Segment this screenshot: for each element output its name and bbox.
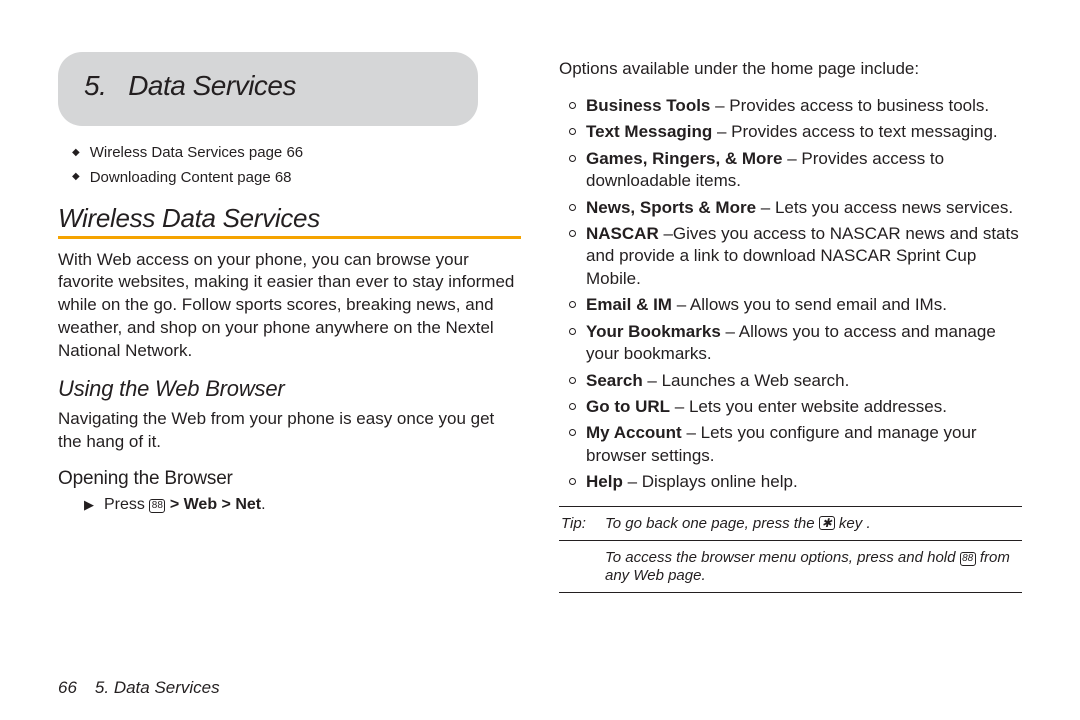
option-term: NASCAR (586, 224, 659, 243)
tip-label: Tip: (561, 515, 599, 532)
option-text: Business Tools – Provides access to busi… (586, 95, 989, 117)
option-item: Business Tools – Provides access to busi… (569, 95, 1022, 117)
subsection-heading-browser: Using the Web Browser (58, 376, 521, 402)
step-bold: Net (235, 496, 261, 513)
section-body: With Web access on your phone, you can b… (58, 249, 521, 363)
circle-bullet-icon (569, 429, 576, 436)
tip-body: To access the browser menu options, pres… (605, 549, 1020, 584)
option-desc: – Lets you access news services. (756, 198, 1013, 217)
two-column-layout: 5. Data Services ◆ Wireless Data Service… (58, 52, 1022, 593)
manual-page: 5. Data Services ◆ Wireless Data Service… (0, 0, 1080, 720)
option-item: News, Sports & More – Lets you access ne… (569, 197, 1022, 219)
step-sep: > (217, 496, 235, 513)
option-term: Help (586, 472, 623, 491)
right-column: Options available under the home page in… (559, 52, 1022, 593)
option-term: My Account (586, 423, 682, 442)
option-term: Business Tools (586, 96, 710, 115)
subsubsection-heading-opening: Opening the Browser (58, 468, 521, 490)
page-footer: 66 5. Data Services (58, 678, 220, 698)
option-text: Text Messaging – Provides access to text… (586, 121, 998, 143)
option-desc: – Provides access to business tools. (710, 96, 989, 115)
option-text: Email & IM – Allows you to send email an… (586, 294, 947, 316)
options-intro: Options available under the home page in… (559, 58, 1022, 81)
tip-text: To go back one page, press the (605, 515, 819, 532)
option-term: Games, Ringers, & More (586, 149, 783, 168)
option-item: Help – Displays online help. (569, 471, 1022, 493)
tip-row: Tip: To go back one page, press the ✱ ke… (559, 513, 1022, 534)
circle-bullet-icon (569, 155, 576, 162)
option-desc: – Lets you enter website addresses. (670, 397, 947, 416)
step-bold: Web (184, 496, 217, 513)
option-item: Search – Launches a Web search. (569, 370, 1022, 392)
option-text: Help – Displays online help. (586, 471, 798, 493)
option-desc: – Displays online help. (623, 472, 798, 491)
circle-bullet-icon (569, 377, 576, 384)
option-term: Search (586, 371, 643, 390)
options-list: Business Tools – Provides access to busi… (569, 95, 1022, 494)
option-term: Go to URL (586, 397, 670, 416)
option-text: Games, Ringers, & More – Provides access… (586, 148, 1022, 193)
toc-item: ◆ Wireless Data Services page 66 (72, 142, 521, 164)
option-desc: – Allows you to send email and IMs. (672, 295, 947, 314)
option-text: My Account – Lets you configure and mana… (586, 422, 1022, 467)
option-term: Email & IM (586, 295, 672, 314)
circle-bullet-icon (569, 128, 576, 135)
circle-bullet-icon (569, 403, 576, 410)
tip-divider (559, 540, 1022, 541)
option-desc: – Launches a Web search. (643, 371, 850, 390)
circle-bullet-icon (569, 102, 576, 109)
option-item: Email & IM – Allows you to send email an… (569, 294, 1022, 316)
section-body: Navigating the Web from your phone is ea… (58, 408, 521, 454)
step-sep: > (170, 496, 184, 513)
chapter-tab: 5. Data Services (58, 52, 478, 126)
toc-label: Wireless Data Services page 66 (90, 142, 303, 164)
table-of-contents: ◆ Wireless Data Services page 66 ◆ Downl… (72, 142, 521, 189)
option-text: News, Sports & More – Lets you access ne… (586, 197, 1013, 219)
menu-key-icon: 88 (149, 499, 165, 513)
circle-bullet-icon (569, 204, 576, 211)
toc-label: Downloading Content page 68 (90, 167, 292, 189)
tip-text: To access the browser menu options, pres… (605, 549, 960, 566)
option-text: Search – Launches a Web search. (586, 370, 849, 392)
tip-row: To access the browser menu options, pres… (559, 547, 1022, 586)
tip-label-empty (561, 549, 599, 566)
diamond-bullet-icon: ◆ (72, 146, 80, 161)
step-pre: Press (104, 496, 145, 513)
option-item: My Account – Lets you configure and mana… (569, 422, 1022, 467)
left-column: 5. Data Services ◆ Wireless Data Service… (58, 52, 521, 593)
tip-body: To go back one page, press the ✱ key . (605, 515, 871, 532)
option-term: Your Bookmarks (586, 322, 721, 341)
option-text: Your Bookmarks – Allows you to access an… (586, 321, 1022, 366)
option-desc: – Provides access to text messaging. (712, 122, 997, 141)
star-key-icon: ✱ (819, 516, 835, 530)
tip-box: Tip: To go back one page, press the ✱ ke… (559, 506, 1022, 593)
circle-bullet-icon (569, 230, 576, 237)
circle-bullet-icon (569, 478, 576, 485)
circle-bullet-icon (569, 328, 576, 335)
instruction-step: ▶ Press 88 > Web > Net. (84, 496, 521, 514)
option-item: NASCAR –Gives you access to NASCAR news … (569, 223, 1022, 290)
option-text: Go to URL – Lets you enter website addre… (586, 396, 947, 418)
page-number: 66 (58, 678, 77, 698)
chapter-number: 5. (84, 70, 106, 101)
tip-text: key . (835, 515, 871, 532)
chapter-title: 5. Data Services (84, 70, 452, 102)
option-item: Text Messaging – Provides access to text… (569, 121, 1022, 143)
option-item: Your Bookmarks – Allows you to access an… (569, 321, 1022, 366)
toc-item: ◆ Downloading Content page 68 (72, 167, 521, 189)
step-end: . (261, 496, 265, 513)
diamond-bullet-icon: ◆ (72, 170, 80, 185)
menu-key-icon: 88 (960, 552, 976, 566)
section-heading-wireless: Wireless Data Services (58, 203, 521, 239)
circle-bullet-icon (569, 301, 576, 308)
option-item: Games, Ringers, & More – Provides access… (569, 148, 1022, 193)
chapter-name: Data Services (128, 70, 296, 101)
option-term: Text Messaging (586, 122, 712, 141)
option-term: News, Sports & More (586, 198, 756, 217)
footer-crumb: 5. Data Services (95, 678, 220, 698)
option-item: Go to URL – Lets you enter website addre… (569, 396, 1022, 418)
step-text: Press 88 > Web > Net. (104, 496, 266, 514)
option-text: NASCAR –Gives you access to NASCAR news … (586, 223, 1022, 290)
play-bullet-icon: ▶ (84, 497, 94, 513)
